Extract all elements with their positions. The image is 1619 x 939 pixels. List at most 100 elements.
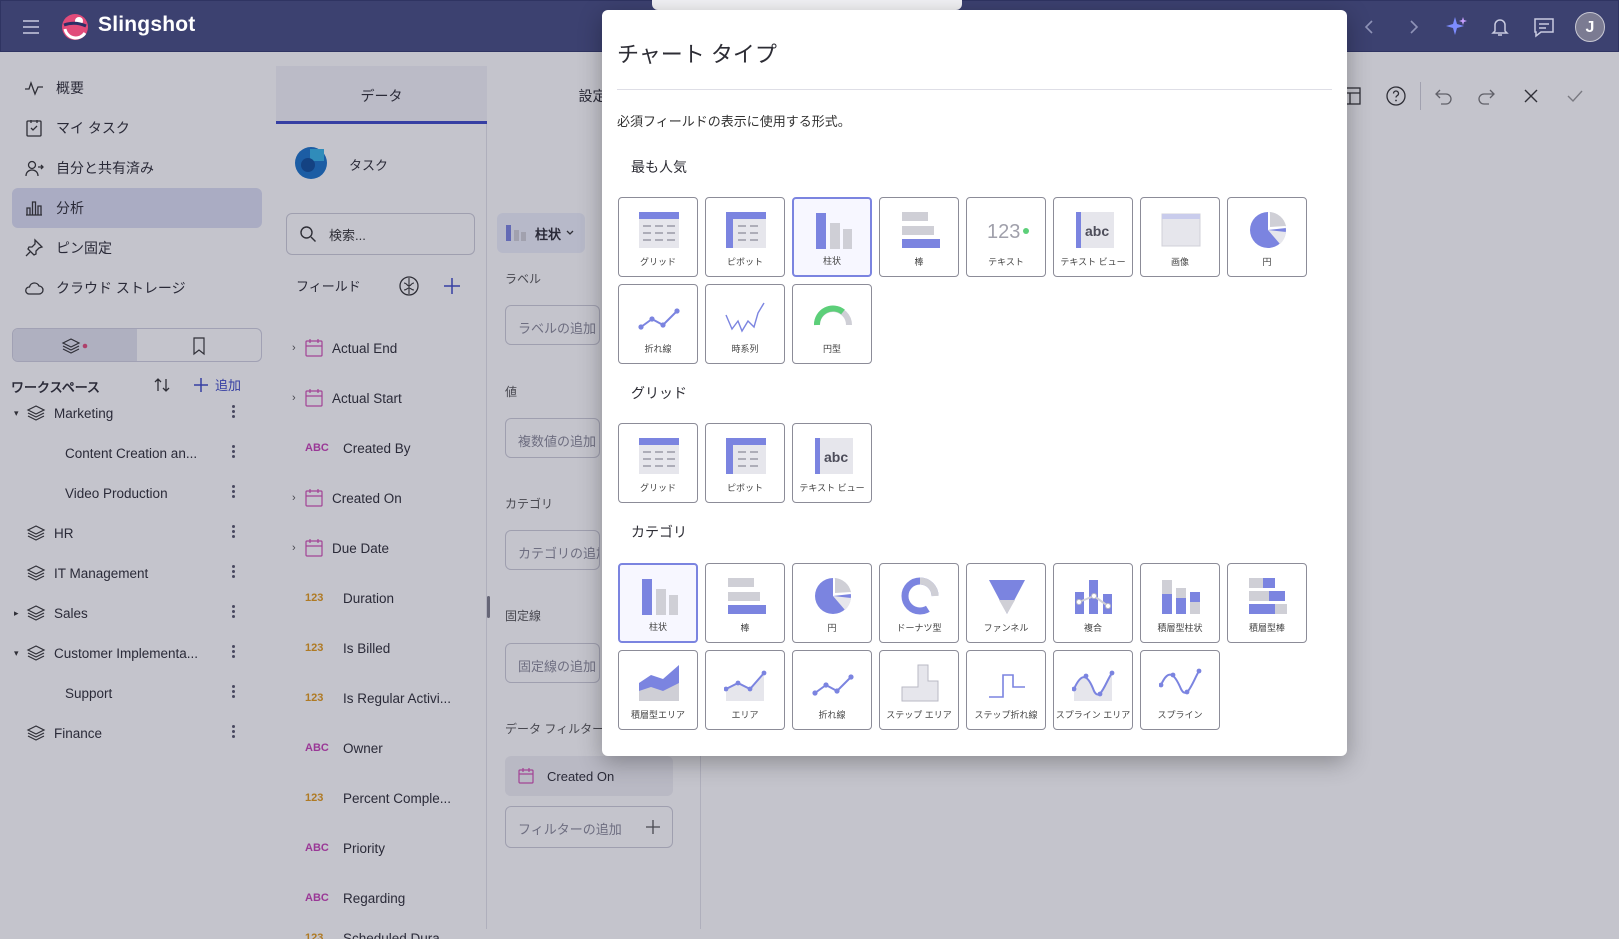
expand-caret-icon[interactable]: › bbox=[292, 342, 302, 354]
nav-cloud-storage[interactable]: クラウド ストレージ bbox=[12, 268, 262, 308]
close-icon[interactable] bbox=[1520, 85, 1542, 107]
field-item[interactable]: ABC Owner bbox=[292, 727, 477, 769]
chart-type-option[interactable]: 柱状 bbox=[792, 197, 872, 277]
chart-type-option[interactable]: 棒 bbox=[705, 563, 785, 643]
expand-caret-icon[interactable]: › bbox=[292, 392, 302, 404]
workspace-item[interactable]: HR bbox=[14, 514, 254, 552]
chart-type-option[interactable]: 積層型エリア bbox=[618, 650, 698, 730]
nav-my-tasks[interactable]: マイ タスク bbox=[12, 108, 262, 148]
tab-data[interactable]: データ bbox=[276, 68, 487, 124]
expand-caret-icon[interactable]: ▸ bbox=[14, 608, 24, 619]
chart-type-option[interactable]: ドーナツ型 bbox=[879, 563, 959, 643]
add-field-icon[interactable] bbox=[441, 275, 463, 297]
expand-caret-icon[interactable]: ▾ bbox=[14, 648, 24, 659]
field-item[interactable]: ABC Priority bbox=[292, 827, 477, 869]
nav-overview[interactable]: 概要 bbox=[12, 68, 262, 108]
workspace-item[interactable]: ▾ Customer Implementa... bbox=[14, 634, 254, 672]
chart-type-option[interactable]: スプライン bbox=[1140, 650, 1220, 730]
more-options-icon[interactable] bbox=[232, 603, 236, 621]
chart-type-option[interactable]: スプライン エリア bbox=[1053, 650, 1133, 730]
field-item[interactable]: › Due Date bbox=[292, 527, 477, 569]
back-icon[interactable] bbox=[1357, 14, 1383, 40]
chart-type-option[interactable]: 円型 bbox=[792, 284, 872, 364]
more-options-icon[interactable] bbox=[232, 483, 236, 501]
chart-type-option[interactable]: ファンネル bbox=[966, 563, 1046, 643]
confirm-check-icon[interactable] bbox=[1564, 85, 1586, 107]
value-add-box[interactable]: 複数値の追加 bbox=[505, 418, 600, 458]
chart-type-option[interactable]: 複合 bbox=[1053, 563, 1133, 643]
chart-type-option[interactable]: 折れ線 bbox=[792, 650, 872, 730]
expand-caret-icon[interactable]: › bbox=[292, 542, 302, 554]
more-options-icon[interactable] bbox=[232, 523, 236, 541]
chart-type-option[interactable]: 折れ線 bbox=[618, 284, 698, 364]
chart-type-option[interactable]: エリア bbox=[705, 650, 785, 730]
workspace-item[interactable]: Content Creation an... bbox=[14, 434, 254, 472]
field-item[interactable]: › Actual End bbox=[292, 327, 477, 369]
tab-bookmarks[interactable] bbox=[137, 329, 261, 361]
more-options-icon[interactable] bbox=[232, 563, 236, 581]
filter-chip[interactable]: Created On bbox=[505, 756, 673, 796]
brain-ai-icon[interactable] bbox=[398, 275, 420, 297]
workspace-item[interactable]: ▾ Marketing bbox=[14, 394, 254, 432]
chart-type-option[interactable]: 123 テキスト bbox=[966, 197, 1046, 277]
field-search[interactable]: 検索... bbox=[286, 213, 475, 255]
workspace-item[interactable]: Finance bbox=[14, 714, 254, 752]
add-workspace-button[interactable]: 追加 bbox=[192, 375, 241, 394]
chart-type-option[interactable]: 積層型柱状 bbox=[1140, 563, 1220, 643]
chart-type-option[interactable]: 時系列 bbox=[705, 284, 785, 364]
field-item[interactable]: › Actual Start bbox=[292, 377, 477, 419]
expand-caret-icon[interactable]: › bbox=[292, 492, 302, 504]
chart-type-option[interactable]: 柱状 bbox=[618, 563, 698, 643]
chart-type-option[interactable]: abc テキスト ビュー bbox=[792, 423, 872, 503]
notification-bell-icon[interactable] bbox=[1487, 14, 1513, 40]
field-item[interactable]: 123 Percent Comple... bbox=[292, 777, 477, 819]
workspace-item[interactable]: ▸ Sales bbox=[14, 594, 254, 632]
field-item[interactable]: 123 Scheduled Dura... bbox=[292, 927, 477, 939]
chart-type-option[interactable]: グリッド bbox=[618, 423, 698, 503]
workspace-item[interactable]: Video Production bbox=[14, 474, 254, 512]
sparkle-ai-icon[interactable] bbox=[1443, 14, 1469, 40]
workspace-item[interactable]: IT Management bbox=[14, 554, 254, 592]
field-item[interactable]: 123 Is Billed bbox=[292, 627, 477, 669]
chart-type-option[interactable]: ピボット bbox=[705, 423, 785, 503]
chart-type-option[interactable]: abc テキスト ビュー bbox=[1053, 197, 1133, 277]
chart-type-option[interactable]: 円 bbox=[1227, 197, 1307, 277]
more-options-icon[interactable] bbox=[232, 403, 236, 421]
more-options-icon[interactable] bbox=[232, 443, 236, 461]
sort-icon[interactable] bbox=[152, 375, 172, 395]
forward-icon[interactable] bbox=[1400, 14, 1426, 40]
panel-resize-handle[interactable] bbox=[487, 596, 490, 618]
chart-type-option[interactable]: 棒 bbox=[879, 197, 959, 277]
more-options-icon[interactable] bbox=[232, 683, 236, 701]
field-item[interactable]: › Created On bbox=[292, 477, 477, 519]
undo-icon[interactable] bbox=[1432, 85, 1454, 107]
field-item[interactable]: ABC Created By bbox=[292, 427, 477, 469]
chat-icon[interactable] bbox=[1531, 14, 1557, 40]
field-item[interactable]: 123 Is Regular Activi... bbox=[292, 677, 477, 719]
nav-shared-with-me[interactable]: 自分と共有済み bbox=[12, 148, 262, 188]
menu-icon[interactable] bbox=[19, 15, 43, 39]
workspace-item[interactable]: Support bbox=[14, 674, 254, 712]
help-icon[interactable] bbox=[1385, 85, 1407, 107]
nav-pinned[interactable]: ピン固定 bbox=[12, 228, 262, 268]
more-options-icon[interactable] bbox=[232, 643, 236, 661]
chart-type-option[interactable]: ステップ エリア bbox=[879, 650, 959, 730]
category-add-box[interactable]: カテゴリの追加 bbox=[505, 530, 600, 570]
field-item[interactable]: ABC Regarding bbox=[292, 877, 477, 919]
avatar[interactable]: J bbox=[1575, 12, 1605, 42]
chart-type-option[interactable]: 円 bbox=[792, 563, 872, 643]
fixed-line-add-box[interactable]: 固定線の追加 bbox=[505, 643, 600, 683]
chart-type-option[interactable]: グリッド bbox=[618, 197, 698, 277]
chart-type-option[interactable]: 画像 bbox=[1140, 197, 1220, 277]
chart-type-option[interactable]: ステップ折れ線 bbox=[966, 650, 1046, 730]
nav-analytics[interactable]: 分析 bbox=[12, 188, 262, 228]
tab-workspaces[interactable] bbox=[13, 329, 137, 361]
filter-add-box[interactable]: フィルターの追加 bbox=[505, 806, 673, 848]
label-add-box[interactable]: ラベルの追加 bbox=[505, 305, 600, 345]
redo-icon[interactable] bbox=[1476, 85, 1498, 107]
expand-caret-icon[interactable]: ▾ bbox=[14, 408, 24, 419]
field-item[interactable]: 123 Duration bbox=[292, 577, 477, 619]
chart-type-button[interactable]: 柱状 bbox=[497, 213, 585, 253]
chart-type-option[interactable]: ピボット bbox=[705, 197, 785, 277]
more-options-icon[interactable] bbox=[232, 723, 236, 741]
